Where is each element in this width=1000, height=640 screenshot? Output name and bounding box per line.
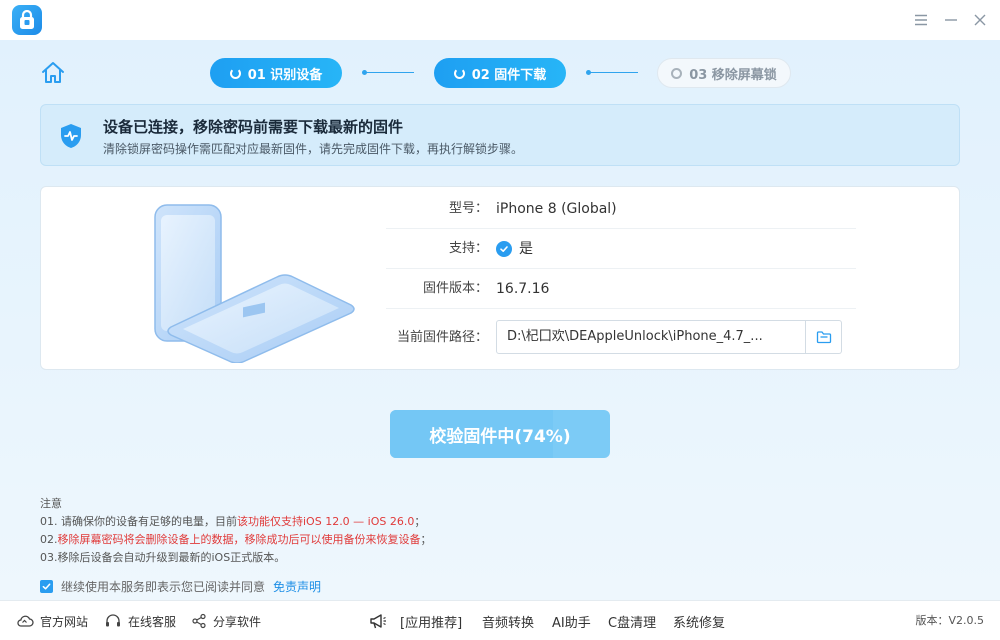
online-support-link[interactable]: 在线客服	[104, 601, 176, 640]
share-software-link[interactable]: 分享软件	[191, 601, 261, 640]
loading-ring-icon	[453, 67, 465, 79]
firmware-version-label: 固件版本：	[422, 281, 488, 296]
progress-label: 校验固件中(74%)	[429, 426, 571, 447]
notice-title: 设备已连接，移除密码前需要下载最新的固件	[103, 118, 404, 136]
step-label: 03 移除屏幕锁	[689, 67, 777, 83]
footer-bar: 官方网站 在线客服 分享软件 [应用推荐] 音频转换 AI助手 C盘清理 系统修…	[0, 600, 1000, 640]
megaphone-icon	[370, 614, 386, 629]
firmware-path-row: 当前固件路径： D:\杞囗欢\DEAppleUnlock\iPhone_4.7_…	[386, 313, 856, 361]
version-label: 版本：V2.0.5	[915, 614, 984, 627]
cloud-icon	[17, 615, 34, 627]
step-connector	[586, 70, 638, 75]
notes-section: 注意 01. 请确保你的设备有足够的电量，目前该功能仅支持iOS 12.0 — …	[40, 495, 432, 567]
firmware-version-row: 固件版本： 16.7.16	[386, 269, 856, 309]
shield-pulse-icon	[57, 122, 85, 150]
connection-notice: 设备已连接，移除密码前需要下载最新的固件 清除锁屏密码操作需匹配对应最新固件，请…	[40, 104, 960, 166]
model-value: iPhone 8 (Global)	[496, 201, 617, 217]
checkmark-icon	[42, 583, 51, 590]
minimize-icon[interactable]	[940, 9, 962, 31]
firmware-path-label: 当前固件路径：	[396, 330, 488, 345]
home-icon[interactable]	[40, 60, 66, 86]
step-label: 01 识别设备	[247, 67, 323, 83]
c-drive-clean-link[interactable]: C盘清理	[608, 601, 656, 640]
model-row: 型号： iPhone 8 (Global)	[386, 189, 856, 229]
pending-ring-icon	[671, 67, 683, 79]
agreement: 继续使用本服务即表示您已阅读并同意 免责声明	[40, 578, 321, 595]
support-value-text: 是	[519, 241, 533, 257]
recommend-apps-link[interactable]: [应用推荐]	[368, 601, 462, 640]
loading-ring-icon	[229, 67, 241, 79]
headset-icon	[106, 614, 120, 627]
step-identify-device: 01 识别设备	[210, 58, 342, 88]
system-repair-link[interactable]: 系统修复	[673, 601, 725, 640]
support-row: 支持： 是	[386, 229, 856, 269]
phone-illustration	[141, 199, 371, 364]
agreement-text: 继续使用本服务即表示您已阅读并同意	[61, 580, 266, 594]
audio-convert-link[interactable]: 音频转换	[482, 601, 534, 640]
ai-assistant-link[interactable]: AI助手	[552, 601, 591, 640]
check-circle-icon	[496, 241, 512, 257]
menu-icon[interactable]	[910, 9, 932, 31]
verify-firmware-progress-button[interactable]: 校验固件中(74%)	[390, 410, 610, 458]
support-label: 支持：	[448, 241, 488, 256]
title-bar	[0, 0, 1000, 40]
close-icon[interactable]	[969, 9, 991, 31]
official-website-link[interactable]: 官方网站	[16, 601, 88, 640]
app-logo-icon	[12, 5, 42, 35]
agreement-checkbox[interactable]	[40, 580, 53, 593]
note-line-1: 01. 请确保你的设备有足够的电量，目前该功能仅支持iOS 12.0 — iOS…	[40, 515, 426, 528]
note-line-2: 02.移除屏幕密码将会删除设备上的数据，移除成功后可以使用备份来恢复设备；	[40, 533, 432, 546]
main-content: 01 识别设备 02 固件下载 03 移除屏幕锁 设备已连接，移除密码前需要下载…	[0, 40, 1000, 600]
browse-folder-button[interactable]	[806, 320, 842, 354]
folder-icon	[816, 331, 831, 344]
support-value: 是	[496, 229, 533, 269]
device-info-panel: 型号： iPhone 8 (Global) 支持： 是 固件版本： 16.7.1…	[40, 186, 960, 370]
disclaimer-link[interactable]: 免责声明	[273, 578, 321, 595]
notice-subtitle: 清除锁屏密码操作需匹配对应最新固件，请先完成固件下载，再执行解锁步骤。	[103, 142, 524, 156]
step-remove-screen-lock: 03 移除屏幕锁	[657, 58, 791, 88]
model-label: 型号：	[448, 201, 488, 216]
data-loss-warning: 移除屏幕密码将会删除设备上的数据，移除成功后可以使用备份来恢复设备	[57, 533, 421, 546]
step-firmware-download: 02 固件下载	[434, 58, 566, 88]
firmware-path-input[interactable]: D:\杞囗欢\DEAppleUnlock\iPhone_4.7_...	[496, 320, 806, 354]
notes-title: 注意	[40, 497, 62, 510]
step-connector	[362, 70, 414, 75]
firmware-version-value: 16.7.16	[496, 281, 550, 297]
step-label: 02 固件下载	[471, 67, 547, 83]
share-icon	[192, 613, 206, 629]
note-line-3: 03.移除后设备会自动升级到最新的iOS正式版本。	[40, 551, 286, 564]
ios-support-warning: 该功能仅支持iOS 12.0 — iOS 26.0	[237, 515, 415, 528]
